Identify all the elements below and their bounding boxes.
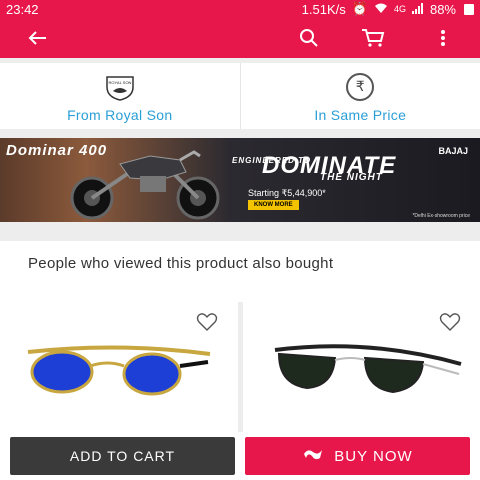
battery-icon xyxy=(464,3,474,15)
more-vert-icon[interactable] xyxy=(430,26,456,50)
status-right: 1.51K/s ⏰ 4G 88% xyxy=(302,1,474,17)
wifi-icon xyxy=(374,2,388,17)
banner-logo: BAJAJ xyxy=(438,146,468,156)
buy-now-icon xyxy=(302,446,324,466)
add-to-cart-button[interactable]: ADD TO CART xyxy=(10,437,235,475)
assurance-royal-son[interactable]: ROYAL SON From Royal Son xyxy=(0,63,240,129)
product-content[interactable]: ROYAL SON From Royal Son ₹ In Same Price… xyxy=(0,58,480,432)
status-bar: 23:42 1.51K/s ⏰ 4G 88% xyxy=(0,0,480,18)
promo-banner[interactable]: Dominar 400 ENGINEERED TO DOMINATE THE N… xyxy=(0,138,480,222)
bottom-action-bar: ADD TO CART BUY NOW xyxy=(0,432,480,480)
rupee-icon: ₹ xyxy=(346,73,375,101)
assurance-same-price[interactable]: ₹ In Same Price xyxy=(239,63,480,129)
product-card[interactable] xyxy=(242,302,480,432)
banner-footnote: *Delhi Ex-showroom price xyxy=(412,213,470,219)
assurance-royal-son-label: From Royal Son xyxy=(67,107,173,123)
app-bar xyxy=(0,18,480,58)
banner-brand: Dominar 400 xyxy=(6,142,108,159)
buy-now-label: BUY NOW xyxy=(334,447,413,465)
cart-icon[interactable] xyxy=(360,26,386,50)
network-speed: 1.51K/s xyxy=(301,1,346,17)
assurance-strip: ROYAL SON From Royal Son ₹ In Same Price xyxy=(0,63,480,129)
alarm-icon: ⏰ xyxy=(351,1,368,16)
status-time: 23:42 xyxy=(6,1,39,17)
wishlist-heart-icon[interactable] xyxy=(196,312,218,332)
assurance-same-price-label: In Same Price xyxy=(314,107,407,123)
banner-price: Starting ₹5,44,900* xyxy=(248,188,326,198)
signal-icon xyxy=(411,2,424,17)
recommendations-section: People who viewed this product also boug… xyxy=(0,241,480,432)
product-card[interactable] xyxy=(0,302,238,432)
recommendations-list xyxy=(0,302,480,432)
recommendations-title: People who viewed this product also boug… xyxy=(28,255,334,272)
search-icon[interactable] xyxy=(296,26,322,50)
buy-now-button[interactable]: BUY NOW xyxy=(245,437,470,475)
back-arrow-icon[interactable] xyxy=(24,26,50,50)
banner-headline-bottom: THE NIGHT xyxy=(320,172,383,183)
royal-son-badge-icon: ROYAL SON xyxy=(103,73,137,101)
banner-cta[interactable]: KNOW MORE xyxy=(248,200,299,210)
blue-sunglasses-image xyxy=(27,345,211,396)
wishlist-heart-icon[interactable] xyxy=(439,312,461,332)
battery-level: 88% xyxy=(429,1,456,17)
royal-son-badge-text: ROYAL SON xyxy=(108,80,131,85)
green-sunglasses-image xyxy=(274,344,462,394)
network-type: 4G xyxy=(393,4,406,14)
